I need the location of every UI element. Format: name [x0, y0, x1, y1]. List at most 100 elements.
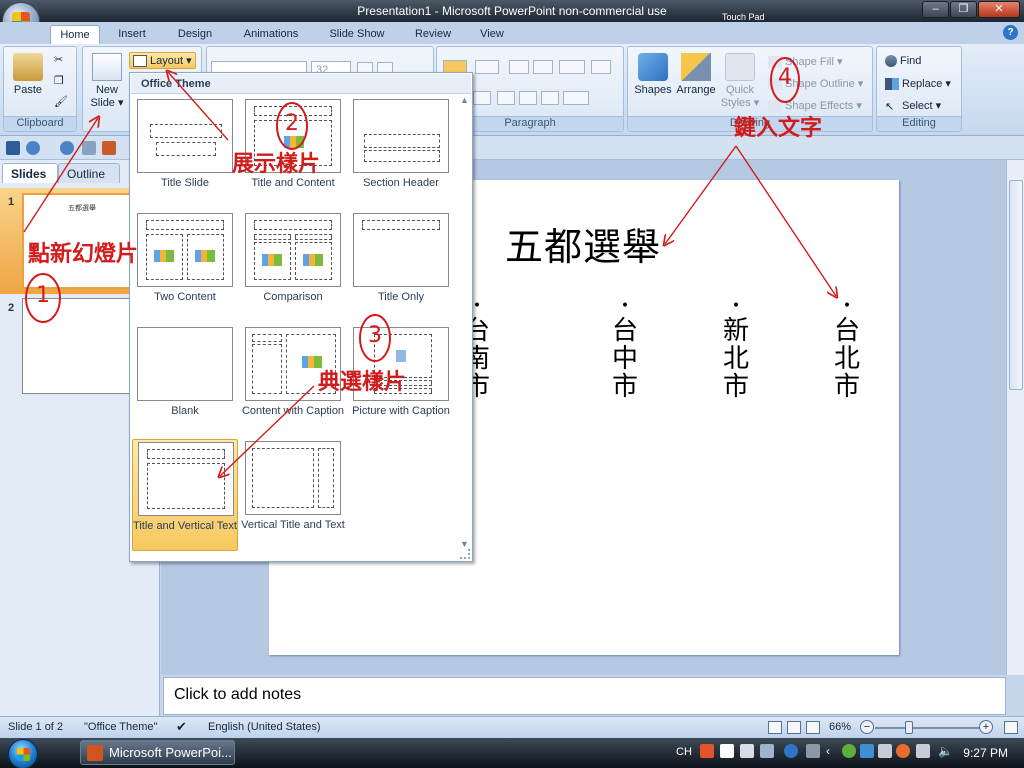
font-mode-icon[interactable] [720, 744, 734, 758]
start-button[interactable] [8, 739, 38, 768]
zoom-in-icon[interactable]: + [979, 720, 993, 734]
layout-vertical-title-and-text[interactable]: Vertical Title and Text [240, 439, 346, 551]
annotation-label-2: 展示樣片 [232, 152, 321, 177]
input-language[interactable]: CH [676, 746, 692, 758]
placeholder [364, 150, 440, 162]
editing-group: Find Replace ▾ ↖ Select ▾ Editing [876, 46, 962, 132]
tab-review[interactable]: Review [406, 25, 460, 44]
arrange-button[interactable]: Arrange [674, 53, 718, 96]
tab-slides[interactable]: Slides [2, 163, 58, 183]
quick-styles-button[interactable]: Quick Styles ▾ [720, 53, 760, 109]
notes-pane[interactable]: Click to add notes [163, 677, 1006, 715]
slide-thumbnail-2[interactable] [22, 298, 142, 394]
display-icon[interactable] [916, 744, 930, 758]
theme-name: "Office Theme" [84, 721, 158, 733]
layout-button[interactable]: Layout ▾ [129, 52, 196, 70]
spelling-check-icon[interactable]: ✔ [176, 719, 187, 735]
vertical-scrollbar[interactable] [1006, 160, 1024, 675]
increase-indent-icon[interactable] [533, 60, 553, 74]
placeholder [362, 220, 440, 230]
tab-home[interactable]: Home [50, 25, 100, 44]
layout-title-only[interactable]: Title Only [348, 211, 454, 323]
paste-button[interactable]: Paste [10, 53, 46, 96]
layout-title-and-vertical-text[interactable]: Title and Vertical Text [132, 439, 238, 551]
help-tray-icon[interactable] [784, 744, 798, 758]
minimize-icon[interactable]: – [922, 1, 949, 18]
text-direction-icon[interactable] [563, 91, 589, 105]
normal-view-icon[interactable] [768, 721, 782, 734]
align-left-icon[interactable] [473, 91, 491, 105]
half-width-icon[interactable] [740, 744, 754, 758]
touchpad-label: Touch Pad [722, 12, 765, 22]
network-icon[interactable] [860, 744, 874, 758]
align-right-icon[interactable] [519, 91, 537, 105]
justify-icon[interactable] [541, 91, 559, 105]
paste-label: Paste [13, 84, 43, 96]
fit-slide-icon[interactable] [1004, 721, 1018, 734]
scroll-down-icon[interactable]: ▼ [460, 539, 469, 549]
redo-icon[interactable] [60, 141, 74, 155]
volume-icon[interactable]: 🔈 [938, 744, 953, 758]
print-preview-icon[interactable] [82, 141, 96, 155]
tab-slide-show[interactable]: Slide Show [322, 25, 392, 44]
slide-title[interactable]: 五都選舉 [505, 216, 661, 271]
replace-button[interactable]: Replace ▾ [885, 77, 951, 91]
layout-comparison[interactable]: Comparison [240, 211, 346, 323]
vertical-text-column[interactable]: • 台 中 市 [610, 295, 640, 401]
tab-view[interactable]: View [472, 25, 512, 44]
vertical-text-column[interactable]: • 台 北 市 [832, 295, 862, 401]
taskbar-powerpoint-button[interactable]: Microsoft PowerPoi... [80, 740, 235, 765]
columns-icon[interactable] [591, 60, 611, 74]
copy-icon[interactable]: ❐ [54, 74, 64, 87]
layout-section-header[interactable]: Section Header [348, 97, 454, 209]
layout-blank[interactable]: Blank [132, 325, 238, 437]
placeholder [295, 234, 332, 240]
slideshow-icon[interactable] [102, 141, 116, 155]
clock[interactable]: 9:27 PM [963, 746, 1008, 760]
layout-two-content[interactable]: Two Content [132, 211, 238, 323]
align-center-icon[interactable] [497, 91, 515, 105]
tray-app-icon[interactable] [760, 744, 774, 758]
slide-sorter-icon[interactable] [787, 721, 801, 734]
gallery-scrollbar[interactable]: ▲ ▼ [458, 95, 472, 549]
help-icon[interactable]: ? [1003, 25, 1018, 40]
vertical-text-column[interactable]: • 新 北 市 [721, 295, 751, 401]
cut-icon[interactable]: ✂ [54, 53, 63, 66]
undo-icon[interactable] [26, 141, 40, 155]
close-icon[interactable]: ✕ [978, 1, 1020, 18]
resize-grip-icon[interactable] [460, 549, 470, 559]
language[interactable]: English (United States) [208, 721, 321, 733]
zoom-slider-handle[interactable] [905, 721, 913, 734]
restore-icon[interactable]: ❐ [950, 1, 977, 18]
tray-expand-icon[interactable]: ‹ [826, 744, 840, 758]
paste-icon [13, 53, 43, 81]
messenger-icon[interactable] [878, 744, 892, 758]
format-painter-icon[interactable]: 🖌 [54, 95, 68, 108]
slideshow-view-icon[interactable] [806, 721, 820, 734]
decrease-indent-icon[interactable] [509, 60, 529, 74]
save-icon[interactable] [6, 141, 20, 155]
numbering-icon[interactable] [475, 60, 499, 74]
zoom-out-icon[interactable]: − [860, 720, 874, 734]
security-icon[interactable] [842, 744, 856, 758]
tab-outline[interactable]: Outline [58, 163, 120, 183]
select-button[interactable]: ↖ Select ▾ [885, 99, 941, 113]
tab-insert[interactable]: Insert [108, 25, 156, 44]
ime-icon[interactable] [700, 744, 714, 758]
char: 市 [833, 372, 860, 402]
tab-animations[interactable]: Animations [236, 25, 306, 44]
scrollbar-thumb[interactable] [1009, 180, 1023, 390]
scroll-up-icon[interactable]: ▲ [460, 95, 469, 105]
find-button[interactable]: Find [885, 55, 921, 68]
tray-settings-icon[interactable] [806, 744, 820, 758]
char: 北 [722, 344, 749, 374]
zoom-slider[interactable] [875, 727, 983, 729]
placeholder [146, 220, 224, 230]
line-spacing-icon[interactable] [559, 60, 585, 74]
shapes-button[interactable]: Shapes [632, 53, 674, 96]
tab-design[interactable]: Design [168, 25, 222, 44]
browser-icon[interactable] [896, 744, 910, 758]
layout-title-slide[interactable]: Title Slide [132, 97, 238, 209]
zoom-level[interactable]: 66% [829, 721, 851, 733]
new-slide-button[interactable]: New Slide ▾ [87, 53, 127, 109]
